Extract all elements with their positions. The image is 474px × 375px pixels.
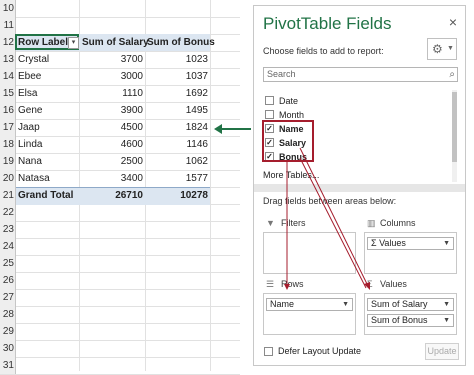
salary-cell[interactable]: 3000	[82, 68, 143, 85]
salary-cell[interactable]: 3400	[82, 170, 143, 187]
row-number[interactable]: 23	[0, 221, 16, 238]
name-cell[interactable]: Gene	[18, 102, 42, 119]
salary-cell[interactable]: 4600	[82, 136, 143, 153]
table-row[interactable]: 18 Linda 4600 1146	[0, 136, 240, 154]
spreadsheet: 10 11 12 Row Labels ▾ Sum of Salary Sum …	[0, 0, 240, 375]
row-number[interactable]: 22	[0, 204, 16, 221]
drag-arrows	[284, 147, 370, 290]
pivottable-fields-pane: PivotTable Fields × Choose fields to add…	[253, 5, 466, 366]
filter-dropdown-icon[interactable]: ▾	[68, 37, 79, 49]
row-number[interactable]: 20	[0, 170, 16, 187]
sheet-row[interactable]: 30	[0, 340, 240, 358]
row-number[interactable]: 25	[0, 255, 16, 272]
defer-layout-checkbox[interactable]	[264, 347, 273, 356]
table-row[interactable]: 16 Gene 3900 1495	[0, 102, 240, 120]
row-number[interactable]: 11	[0, 17, 16, 34]
sheet-row[interactable]: 28	[0, 306, 240, 324]
salary-cell[interactable]: 3900	[82, 102, 143, 119]
sheet-row[interactable]: 23	[0, 221, 240, 239]
table-row[interactable]: 13 Crystal 3700 1023	[0, 51, 240, 69]
grand-total-bonus[interactable]: 10278	[147, 187, 208, 204]
row-number[interactable]: 29	[0, 323, 16, 340]
sheet-row[interactable]: 24	[0, 238, 240, 256]
bonus-cell[interactable]: 1495	[147, 102, 208, 119]
sheet-row[interactable]: 11	[0, 17, 240, 35]
salary-cell[interactable]: 3700	[82, 51, 143, 68]
name-cell[interactable]: Nana	[18, 153, 42, 170]
bonus-cell[interactable]: 1037	[147, 68, 208, 85]
row-number[interactable]: 13	[0, 51, 16, 68]
sheet-row[interactable]: 10	[0, 0, 240, 18]
grand-total-salary[interactable]: 26710	[82, 187, 143, 204]
bonus-cell[interactable]: 1577	[147, 170, 208, 187]
sheet-row[interactable]: 26	[0, 272, 240, 290]
sheet-row[interactable]: 22	[0, 204, 240, 222]
pivot-header-row[interactable]: 12 Row Labels ▾ Sum of Salary Sum of Bon…	[0, 34, 240, 52]
sum-of-salary-header[interactable]: Sum of Salary	[82, 34, 149, 51]
grand-total-label[interactable]: Grand Total	[18, 187, 73, 204]
row-number[interactable]: 30	[0, 340, 16, 357]
table-row[interactable]: 19 Nana 2500 1062	[0, 153, 240, 171]
sheet-row[interactable]: 25	[0, 255, 240, 273]
table-row[interactable]: 15 Elsa 1110 1692	[0, 85, 240, 103]
row-number[interactable]: 18	[0, 136, 16, 153]
bonus-cell[interactable]: 1023	[147, 51, 208, 68]
sheet-row[interactable]: 29	[0, 323, 240, 341]
bonus-cell[interactable]: 1824	[147, 119, 208, 136]
row-number[interactable]: 21	[0, 187, 16, 204]
row-number[interactable]: 27	[0, 289, 16, 306]
salary-cell[interactable]: 2500	[82, 153, 143, 170]
table-row[interactable]: 17 Jaap 4500 1824	[0, 119, 240, 137]
update-button[interactable]: Update	[425, 343, 459, 360]
row-number[interactable]: 28	[0, 306, 16, 323]
row-number[interactable]: 14	[0, 68, 16, 85]
name-cell[interactable]: Elsa	[18, 85, 37, 102]
row-number[interactable]: 16	[0, 102, 16, 119]
sheet-row[interactable]: 27	[0, 289, 240, 307]
table-row[interactable]: 14 Ebee 3000 1037	[0, 68, 240, 86]
name-cell[interactable]: Natasa	[18, 170, 50, 187]
sum-of-bonus-header[interactable]: Sum of Bonus	[147, 34, 215, 51]
salary-cell[interactable]: 1110	[82, 85, 143, 102]
bonus-cell[interactable]: 1146	[147, 136, 208, 153]
row-number[interactable]: 17	[0, 119, 16, 136]
row-number[interactable]: 19	[0, 153, 16, 170]
name-cell[interactable]: Crystal	[18, 51, 49, 68]
row-number[interactable]: 15	[0, 85, 16, 102]
row-labels-header[interactable]: Row Labels	[18, 34, 74, 51]
row-number[interactable]: 24	[0, 238, 16, 255]
row-number[interactable]: 31	[0, 357, 16, 374]
name-cell[interactable]: Jaap	[18, 119, 40, 136]
pointer-arrow-icon	[214, 124, 251, 134]
row-number[interactable]: 10	[0, 0, 16, 17]
sheet-row[interactable]: 31	[0, 357, 240, 375]
bonus-cell[interactable]: 1692	[147, 85, 208, 102]
name-cell[interactable]: Ebee	[18, 68, 41, 85]
row-number[interactable]: 26	[0, 272, 16, 289]
row-number[interactable]: 12	[0, 34, 16, 51]
salary-cell[interactable]: 4500	[82, 119, 143, 136]
bonus-cell[interactable]: 1062	[147, 153, 208, 170]
table-row[interactable]: 20 Natasa 3400 1577	[0, 170, 240, 188]
name-cell[interactable]: Linda	[18, 136, 42, 153]
defer-layout-label: Defer Layout Update	[278, 346, 362, 356]
grand-total-row[interactable]: 21 Grand Total 26710 10278	[0, 187, 240, 205]
